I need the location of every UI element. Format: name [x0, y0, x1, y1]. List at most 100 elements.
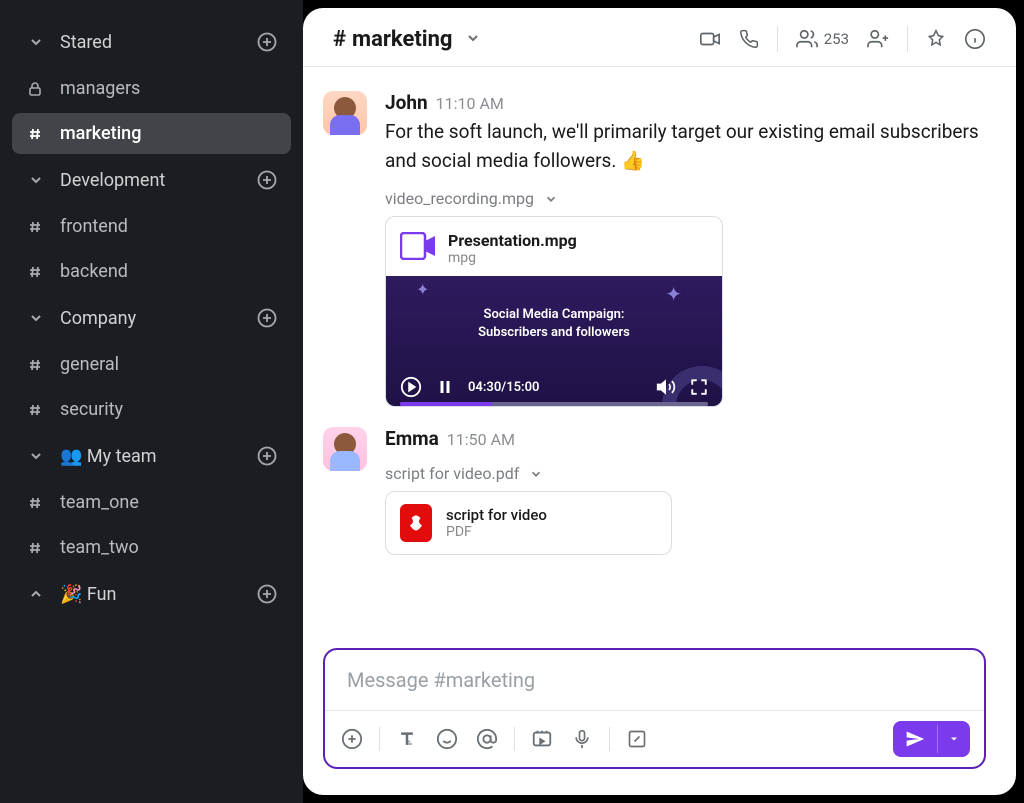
divider	[514, 727, 515, 751]
section-title: 👥 My team	[60, 446, 243, 467]
channel-managers[interactable]: managers	[12, 68, 291, 109]
topbar-tools: 253	[699, 26, 986, 52]
microphone-icon[interactable]	[569, 726, 595, 752]
channel-title[interactable]: # marketing	[333, 27, 481, 52]
video-progress[interactable]	[400, 402, 708, 406]
hash-icon	[24, 540, 46, 556]
add-channel-icon[interactable]	[255, 444, 279, 468]
record-video-icon[interactable]	[529, 726, 555, 752]
pause-icon[interactable]	[436, 378, 454, 396]
emoji-icon[interactable]	[434, 726, 460, 752]
hash-icon	[24, 219, 46, 235]
divider	[609, 727, 610, 751]
attachment-subtitle: PDF	[446, 524, 547, 540]
avatar[interactable]	[323, 427, 367, 471]
channel-security[interactable]: security	[12, 389, 291, 430]
message-time: 11:50 AM	[447, 430, 515, 449]
sidebar: Stared managers marketing Development fr…	[0, 0, 303, 803]
channel-team-two[interactable]: team_two	[12, 527, 291, 568]
section-title: Company	[60, 308, 243, 329]
video-time: 04:30/15:00	[468, 380, 539, 395]
hash-icon	[24, 357, 46, 373]
sidebar-section-stared[interactable]: Stared	[12, 20, 291, 64]
message-text: For the soft launch, we'll primarily tar…	[385, 118, 986, 175]
users-icon	[796, 28, 818, 50]
hash-icon	[24, 264, 46, 280]
divider	[777, 26, 778, 52]
sidebar-section-development[interactable]: Development	[12, 158, 291, 202]
attach-icon[interactable]	[339, 726, 365, 752]
member-count[interactable]: 253	[796, 28, 849, 50]
phone-call-icon[interactable]	[739, 29, 759, 49]
attachment-filename: script for video.pdf	[385, 464, 519, 483]
sparkle-icon: ✦	[416, 280, 429, 299]
chevron-down-icon	[24, 30, 48, 54]
add-user-icon[interactable]	[867, 28, 889, 50]
main-panel: # marketing 253	[303, 8, 1016, 795]
section-title: Development	[60, 170, 243, 191]
send-icon[interactable]	[893, 721, 937, 757]
channel-backend[interactable]: backend	[12, 251, 291, 292]
composer-input[interactable]: Message #marketing	[325, 650, 984, 710]
add-channel-icon[interactable]	[255, 306, 279, 330]
video-preview[interactable]: ✦ ✦ Social Media Campaign: Subscribers a…	[386, 276, 722, 406]
send-options-icon[interactable]	[937, 725, 970, 753]
message-body: Emma 11:50 AM script for video.pdf scrip…	[385, 427, 986, 555]
volume-icon[interactable]	[656, 377, 676, 397]
section-title: Stared	[60, 32, 243, 53]
attachment-pdf-card[interactable]: script for video PDF	[385, 491, 672, 555]
attachment-subtitle: mpg	[448, 250, 577, 266]
message-composer: Message #marketing	[323, 648, 986, 769]
section-title: 🎉 Fun	[60, 584, 243, 605]
lock-icon	[24, 81, 46, 97]
channel-label: frontend	[60, 216, 128, 237]
message: Emma 11:50 AM script for video.pdf scrip…	[323, 427, 986, 555]
chevron-up-icon	[24, 582, 48, 606]
video-call-icon[interactable]	[699, 28, 721, 50]
pdf-file-icon	[400, 504, 432, 542]
compose-icon[interactable]	[624, 726, 650, 752]
attachment-filename: video_recording.mpg	[385, 189, 534, 208]
attachment-video-card[interactable]: Presentation.mpg mpg ✦ ✦ Social Media Ca…	[385, 216, 723, 407]
attachment-label[interactable]: script for video.pdf	[385, 464, 986, 483]
divider	[907, 26, 908, 52]
channel-frontend[interactable]: frontend	[12, 206, 291, 247]
attachment-title: Presentation.mpg	[448, 231, 577, 250]
hash-prefix: #	[333, 27, 346, 52]
member-count-value: 253	[824, 30, 849, 48]
play-icon[interactable]	[400, 376, 422, 398]
message-author[interactable]: Emma	[385, 427, 439, 450]
mention-icon[interactable]	[474, 726, 500, 752]
sidebar-section-company[interactable]: Company	[12, 296, 291, 340]
fullscreen-icon[interactable]	[690, 378, 708, 396]
sidebar-section-fun[interactable]: 🎉 Fun	[12, 572, 291, 616]
channel-label: managers	[60, 78, 140, 99]
channel-team-one[interactable]: team_one	[12, 482, 291, 523]
sidebar-section-myteam[interactable]: 👥 My team	[12, 434, 291, 478]
chevron-down-icon	[24, 168, 48, 192]
message-time: 11:10 AM	[436, 94, 504, 113]
topbar: # marketing 253	[303, 8, 1016, 67]
message-author[interactable]: John	[385, 91, 428, 114]
channel-label: team_two	[60, 537, 139, 558]
add-channel-icon[interactable]	[255, 30, 279, 54]
hash-icon	[24, 402, 46, 418]
attachment-label[interactable]: video_recording.mpg	[385, 189, 986, 208]
add-channel-icon[interactable]	[255, 168, 279, 192]
channel-marketing[interactable]: marketing	[12, 113, 291, 154]
add-channel-icon[interactable]	[255, 582, 279, 606]
avatar[interactable]	[323, 91, 367, 135]
channel-label: security	[60, 399, 123, 420]
divider	[379, 727, 380, 751]
chevron-down-icon	[544, 192, 558, 206]
pin-icon[interactable]	[926, 29, 946, 49]
channel-name: marketing	[352, 27, 452, 52]
channel-general[interactable]: general	[12, 344, 291, 385]
send-button[interactable]	[893, 721, 970, 757]
composer-toolbar	[325, 710, 984, 767]
sparkle-icon: ✦	[665, 282, 682, 306]
chevron-down-icon	[529, 467, 543, 481]
info-icon[interactable]	[964, 28, 986, 50]
text-format-icon[interactable]	[394, 726, 420, 752]
message: John 11:10 AM For the soft launch, we'll…	[323, 91, 986, 407]
